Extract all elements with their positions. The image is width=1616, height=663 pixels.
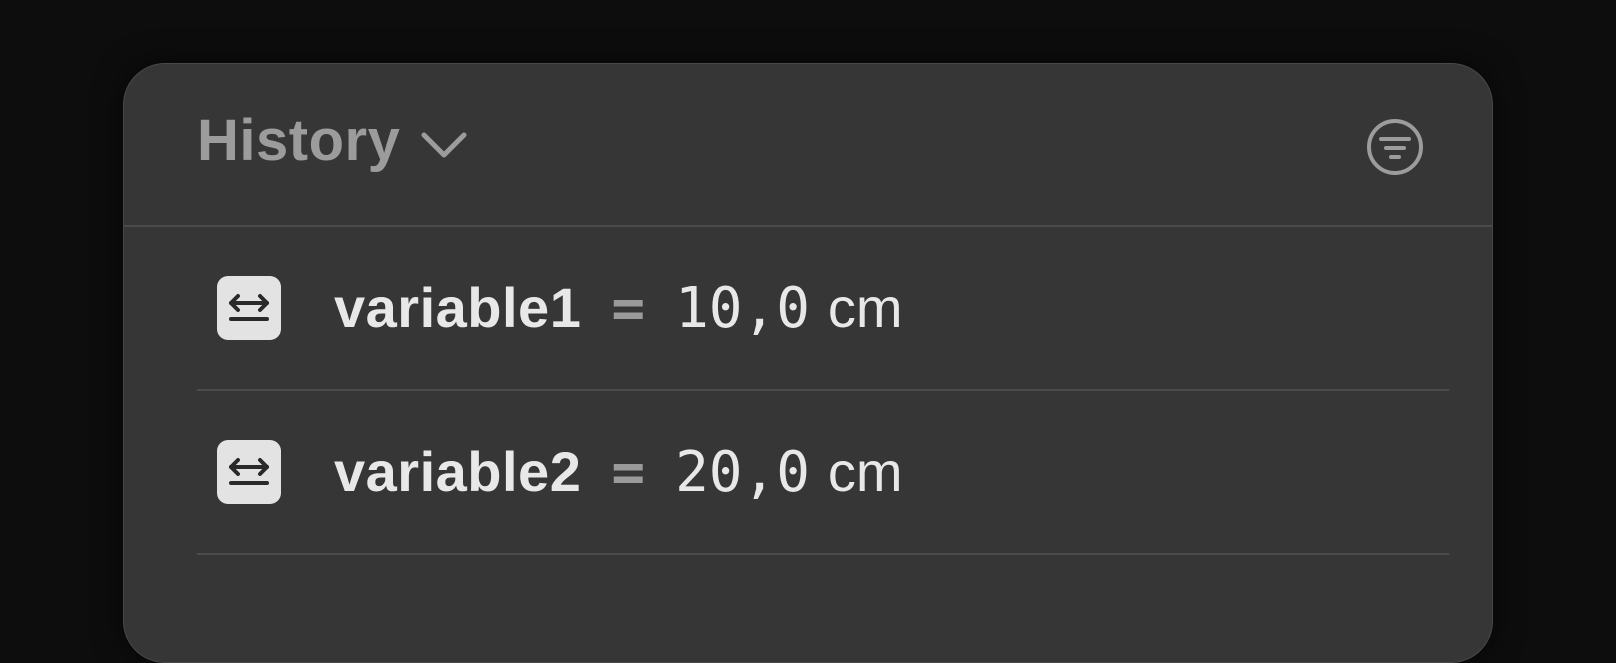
history-entry: variable2 = 20,0 cm xyxy=(334,439,903,505)
history-dropdown[interactable]: History xyxy=(197,112,468,170)
variable-value: 20,0 xyxy=(675,439,810,505)
history-list: variable1 = 10,0 cm variable2 = 20,0 cm xyxy=(197,227,1449,555)
variable-unit: cm xyxy=(827,275,903,339)
length-measure-icon xyxy=(217,440,281,504)
history-row[interactable]: variable1 = 10,0 cm xyxy=(197,227,1449,391)
variable-name: variable2 xyxy=(334,439,582,503)
equals-sign: = xyxy=(611,275,646,341)
variable-name: variable1 xyxy=(334,275,582,339)
length-measure-icon xyxy=(217,276,281,340)
filter-icon[interactable] xyxy=(1365,117,1425,177)
history-panel: History variable1 = 10,0 cm variable2 = … xyxy=(123,63,1493,663)
equals-sign: = xyxy=(611,439,646,505)
history-header: History xyxy=(124,64,1492,227)
history-entry: variable1 = 10,0 cm xyxy=(334,275,903,341)
variable-unit: cm xyxy=(827,439,903,503)
chevron-down-icon xyxy=(421,132,467,158)
history-title: History xyxy=(197,108,401,173)
history-row[interactable]: variable2 = 20,0 cm xyxy=(197,391,1449,555)
variable-value: 10,0 xyxy=(675,275,810,341)
